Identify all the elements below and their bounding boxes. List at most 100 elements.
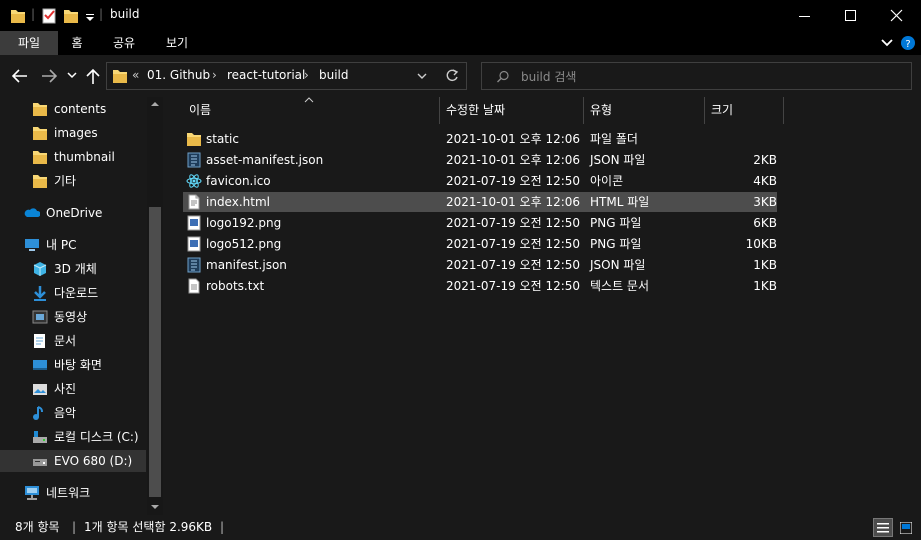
breadcrumb-build[interactable]: build xyxy=(319,68,349,82)
address-bar[interactable]: « 01. Github › react-tutorial › build xyxy=(106,62,467,90)
close-icon[interactable] xyxy=(889,8,905,24)
back-arrow-icon[interactable] xyxy=(12,69,28,83)
maximize-icon[interactable] xyxy=(843,8,859,24)
sidebar-item-label: 문서 xyxy=(54,334,77,348)
sidebar-item-folder[interactable]: images xyxy=(0,122,146,144)
breadcrumb-github[interactable]: 01. Github xyxy=(147,68,210,82)
breadcrumb-overflow[interactable]: « xyxy=(132,68,139,82)
sidebar-item-folder[interactable]: contents xyxy=(0,98,146,120)
sidebar-item-label: 기타 xyxy=(54,174,77,188)
json-file-icon xyxy=(187,152,201,168)
chevron-down-icon[interactable] xyxy=(881,38,893,48)
sidebar-item-3d-objects[interactable]: 3D 개체 xyxy=(0,258,146,280)
file-row[interactable]: logo512.png 2021-07-19 오전 12:50 PNG 파일 10KB xyxy=(183,234,777,254)
file-row[interactable]: static 2021-10-01 오후 12:06 파일 폴더 xyxy=(183,129,777,149)
up-arrow-icon[interactable] xyxy=(86,68,100,84)
text-file-icon xyxy=(188,278,200,294)
file-name: favicon.ico xyxy=(206,174,271,188)
column-header-date[interactable]: 수정한 날짜 xyxy=(440,97,584,124)
sidebar-item-document[interactable]: 문서 xyxy=(0,330,146,352)
file-name: asset-manifest.json xyxy=(206,153,324,167)
sidebar-scrollbar[interactable] xyxy=(147,97,163,515)
refresh-icon[interactable] xyxy=(445,69,459,83)
column-header-type[interactable]: 유형 xyxy=(584,97,705,124)
separator: | xyxy=(220,520,225,534)
network-icon xyxy=(25,486,39,500)
file-row[interactable]: manifest.json 2021-07-19 오전 12:50 JSON 파일 1… xyxy=(183,255,777,275)
sidebar-item-onedrive[interactable]: OneDrive xyxy=(0,202,146,224)
minimize-icon[interactable] xyxy=(797,8,813,24)
customize-toolbar-icon[interactable] xyxy=(85,7,95,25)
tab-home[interactable]: 홈 xyxy=(58,31,96,55)
sidebar-item-drive[interactable]: EVO 680 (D:) xyxy=(0,450,146,472)
file-date: 2021-07-19 오전 12:50 xyxy=(446,237,581,251)
scroll-down-icon[interactable] xyxy=(151,504,159,510)
file-type: 파일 폴더 xyxy=(590,132,638,146)
breadcrumb-react-tutorial[interactable]: react-tutorial xyxy=(227,68,305,82)
sidebar-item-label: 바탕 화면 xyxy=(54,358,102,372)
new-folder-icon[interactable] xyxy=(63,7,79,25)
file-date: 2021-10-01 오후 12:06 xyxy=(446,153,581,167)
folder-icon xyxy=(33,127,47,140)
sidebar-item-folder[interactable]: 기타 xyxy=(0,170,146,192)
properties-icon[interactable] xyxy=(41,7,57,25)
file-row[interactable]: favicon.ico 2021-07-19 오전 12:50 아이콘 4KB xyxy=(183,171,777,191)
image-file-icon xyxy=(187,215,201,231)
sidebar-item-desktop[interactable]: 바탕 화면 xyxy=(0,354,146,376)
sidebar-item-music[interactable]: 음악 xyxy=(0,402,146,424)
address-dropdown-icon[interactable] xyxy=(417,73,427,81)
sidebar-item-pictures[interactable]: 사진 xyxy=(0,378,146,400)
file-row[interactable]: robots.txt 2021-07-19 오전 12:50 텍스트 문서 1KB xyxy=(183,276,777,296)
sidebar-item-label: 음악 xyxy=(54,406,77,420)
tab-view[interactable]: 보기 xyxy=(155,31,199,55)
scrollbar-thumb[interactable] xyxy=(149,207,161,497)
sidebar-item-folder[interactable]: thumbnail xyxy=(0,146,146,168)
svg-text:?: ? xyxy=(905,39,910,50)
json-file-icon xyxy=(187,257,201,273)
file-row[interactable]: asset-manifest.json 2021-10-01 오후 12:06 JS… xyxy=(183,150,777,170)
large-icons-view-button[interactable] xyxy=(896,518,916,537)
separator: | xyxy=(99,7,104,21)
column-header-size[interactable]: 크기 xyxy=(705,97,784,124)
pictures-icon xyxy=(33,384,47,395)
sidebar-item-download[interactable]: 다운로드 xyxy=(0,282,146,304)
file-row[interactable]: logo192.png 2021-07-19 오전 12:50 PNG 파일 6KB xyxy=(183,213,777,233)
sidebar-item-label: 3D 개체 xyxy=(54,262,97,276)
forward-arrow-icon[interactable] xyxy=(41,69,57,83)
tab-share[interactable]: 공유 xyxy=(104,31,144,55)
pc-icon xyxy=(25,239,39,251)
file-date: 2021-07-19 오전 12:50 xyxy=(446,258,581,272)
sidebar-item-local-disk[interactable]: 로컬 디스크 (C:) xyxy=(0,426,146,448)
image-file-icon xyxy=(187,236,201,252)
ribbon-tabs: 파일 홈 공유 보기 ? xyxy=(0,31,921,55)
search-icon xyxy=(497,70,509,83)
react-icon xyxy=(186,174,202,188)
search-box[interactable]: build 검색 xyxy=(481,62,912,90)
file-size: 4KB xyxy=(753,174,777,188)
search-input[interactable]: build 검색 xyxy=(521,68,576,85)
file-type: JSON 파일 xyxy=(590,258,646,272)
file-date: 2021-07-19 오전 12:50 xyxy=(446,174,581,188)
sidebar-item-label: images xyxy=(54,126,98,140)
folder-icon xyxy=(113,70,127,83)
details-view-button[interactable] xyxy=(873,518,893,537)
sidebar-item-label: 내 PC xyxy=(46,238,77,252)
file-row[interactable]: index.html 2021-10-01 오후 12:06 HTML 파일 3KB xyxy=(183,192,777,212)
selection-info: 1개 항목 선택함 2.96KB xyxy=(84,520,213,534)
column-header-name[interactable]: 이름 xyxy=(183,97,440,124)
scroll-up-icon[interactable] xyxy=(151,101,159,107)
navigation-pane: contents images thumbnail 기타 OneDrive 내 PC 3D … xyxy=(0,97,163,515)
sidebar-item-label: EVO 680 (D:) xyxy=(54,454,133,468)
sidebar-item-video[interactable]: 동영상 xyxy=(0,306,146,328)
file-name: static xyxy=(206,132,239,146)
tab-file[interactable]: 파일 xyxy=(0,31,58,55)
sidebar-item-network[interactable]: 네트워크 xyxy=(0,482,146,504)
folder-icon xyxy=(187,133,201,146)
file-date: 2021-10-01 오후 12:06 xyxy=(446,195,581,209)
recent-locations-icon[interactable] xyxy=(67,72,77,80)
local-disk-icon xyxy=(33,431,47,443)
file-type: 아이콘 xyxy=(590,174,624,188)
sidebar-item-pc[interactable]: 내 PC xyxy=(0,234,146,256)
file-size: 10KB xyxy=(745,237,777,251)
help-icon[interactable]: ? xyxy=(900,35,916,51)
